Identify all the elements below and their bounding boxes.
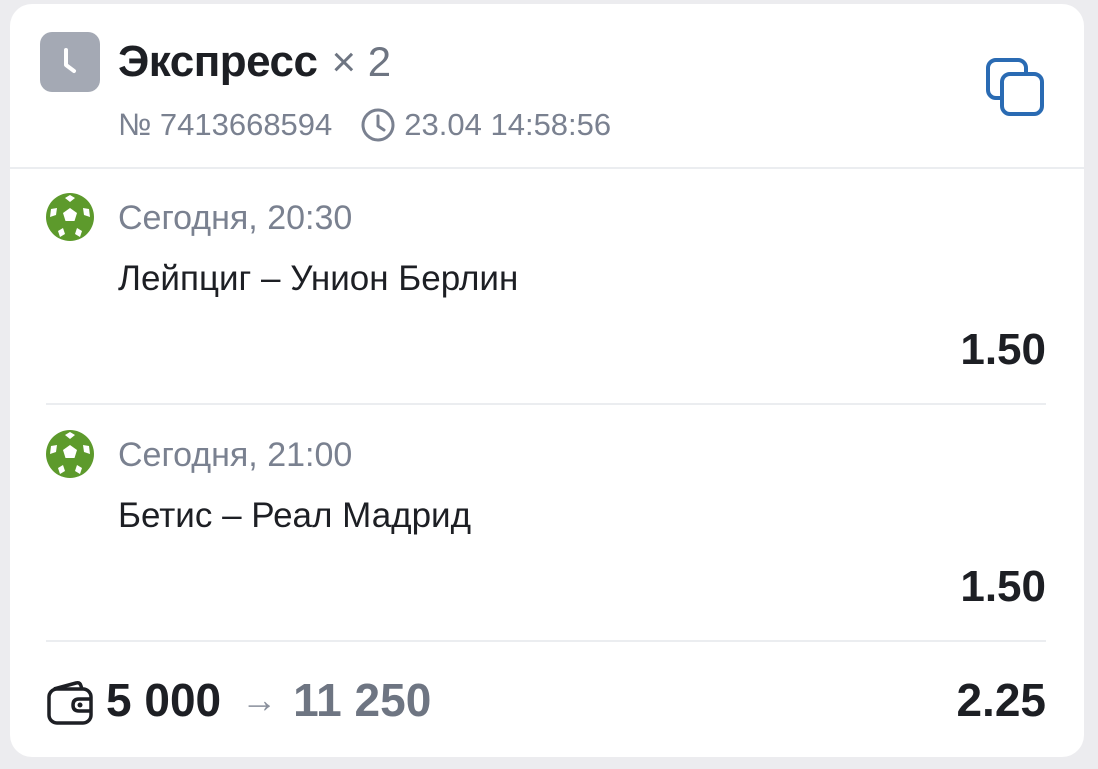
bet-header: Экспресс × 2 № 7413668594 23.04 14:58:56 (10, 4, 1084, 167)
football-icon (46, 193, 94, 241)
wallet-icon (47, 681, 93, 725)
event-odd: 1.50 (960, 325, 1046, 374)
event-time: Сегодня, 20:30 (118, 199, 353, 237)
event-row[interactable]: Сегодня, 20:30 Лейпциг – Унион Берлин 1.… (10, 169, 1084, 405)
event-time: Сегодня, 21:00 (118, 436, 353, 474)
bet-number: № 7413668594 (118, 107, 333, 142)
event-divider (46, 403, 1046, 405)
stake-amount: 5 000 (106, 674, 222, 726)
event-teams: Бетис – Реал Мадрид (118, 496, 472, 535)
clock-icon (361, 108, 395, 142)
bet-datetime: 23.04 14:58:56 (360, 107, 611, 143)
event-divider (46, 640, 1046, 642)
copy-button[interactable] (982, 54, 1048, 120)
bet-card[interactable]: Экспресс × 2 № 7413668594 23.04 14:58:56 (10, 4, 1084, 757)
bet-meta: № 7413668594 23.04 14:58:56 (118, 104, 611, 146)
bet-type-badge (40, 32, 100, 92)
event-teams: Лейпциг – Унион Берлин (118, 259, 519, 298)
stake-row: 5 000 → 11 250 (106, 670, 431, 730)
bet-footer: 5 000 → 11 250 2.25 (10, 664, 1084, 740)
event-row[interactable]: Сегодня, 21:00 Бетис – Реал Мадрид 1.50 (10, 406, 1084, 642)
bet-title: Экспресс (118, 37, 318, 86)
clock-icon (64, 48, 76, 73)
potential-payout: 11 250 (293, 674, 432, 726)
copy-icon (986, 58, 1044, 116)
bet-datetime-text: 23.04 14:58:56 (404, 107, 612, 142)
event-odd: 1.50 (960, 562, 1046, 611)
title-row: Экспресс × 2 (118, 34, 391, 90)
bet-multiplier: × 2 (331, 38, 392, 85)
total-odd: 2.25 (956, 674, 1046, 726)
football-icon (46, 430, 94, 478)
arrow-right-icon: → (241, 679, 278, 720)
